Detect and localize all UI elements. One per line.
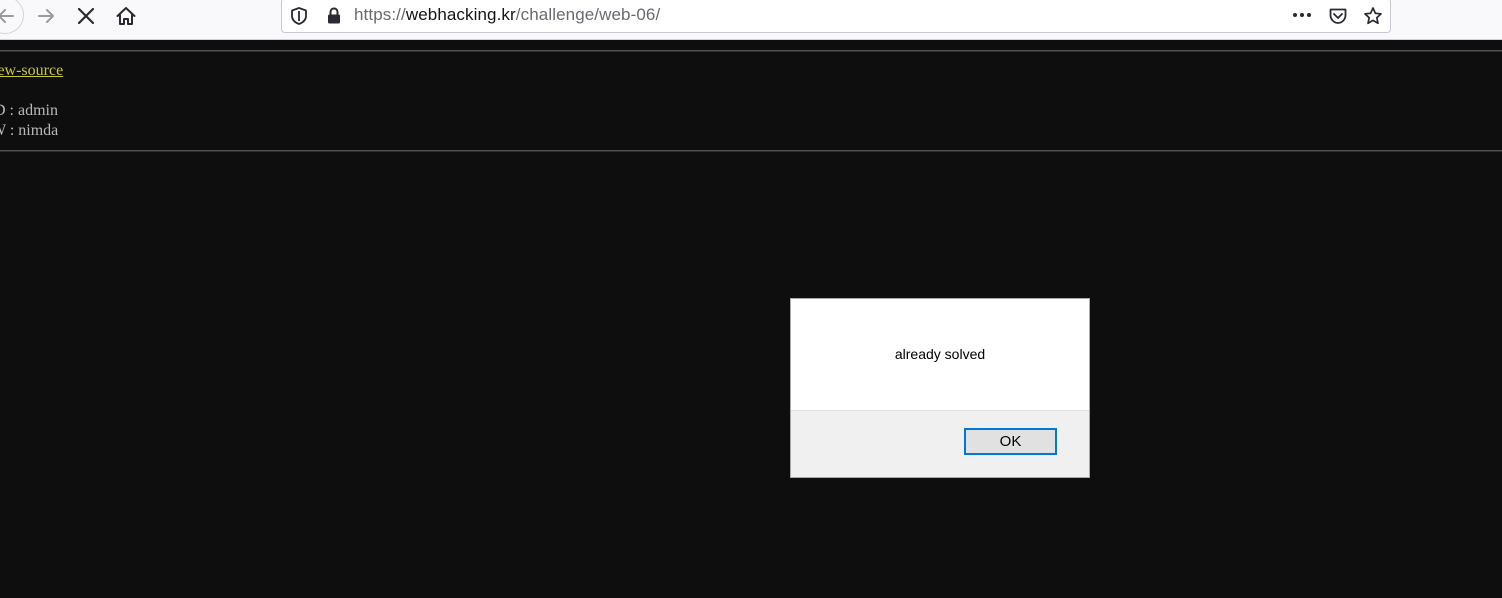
alert-dialog: already solved OK	[790, 298, 1090, 478]
pocket-icon[interactable]	[1328, 6, 1348, 31]
id-credential-text: D : admin	[0, 102, 58, 119]
alert-message: already solved	[894, 346, 986, 362]
horizontal-rule-bottom	[0, 150, 1502, 152]
close-x-icon	[77, 7, 95, 25]
address-bar[interactable]: https://webhacking.kr/challenge/web-06/	[281, 0, 1391, 33]
horizontal-rule-top	[0, 50, 1502, 52]
arrow-right-icon	[38, 9, 54, 23]
star-icon[interactable]	[1363, 6, 1383, 31]
home-icon	[116, 7, 136, 25]
url-text[interactable]: https://webhacking.kr/challenge/web-06/	[354, 5, 660, 25]
back-button[interactable]	[0, 0, 26, 34]
pw-credential-text: W : nimda	[0, 122, 59, 139]
arrow-left-icon	[0, 9, 14, 23]
lock-icon[interactable]	[325, 6, 343, 31]
stop-button[interactable]	[70, 0, 102, 32]
shield-icon[interactable]	[290, 6, 308, 31]
url-path: /challenge/web-06/	[515, 5, 661, 24]
url-domain: webhacking.kr	[405, 5, 516, 24]
home-button[interactable]	[110, 0, 142, 32]
browser-toolbar: https://webhacking.kr/challenge/web-06/	[0, 0, 1502, 40]
alert-dialog-body: already solved	[791, 299, 1089, 411]
forward-button[interactable]	[30, 0, 62, 32]
ellipsis-icon[interactable]	[1292, 8, 1312, 27]
ok-button[interactable]: OK	[964, 428, 1057, 455]
view-source-link[interactable]: iew-source	[0, 62, 63, 80]
url-scheme: https://	[354, 5, 406, 24]
